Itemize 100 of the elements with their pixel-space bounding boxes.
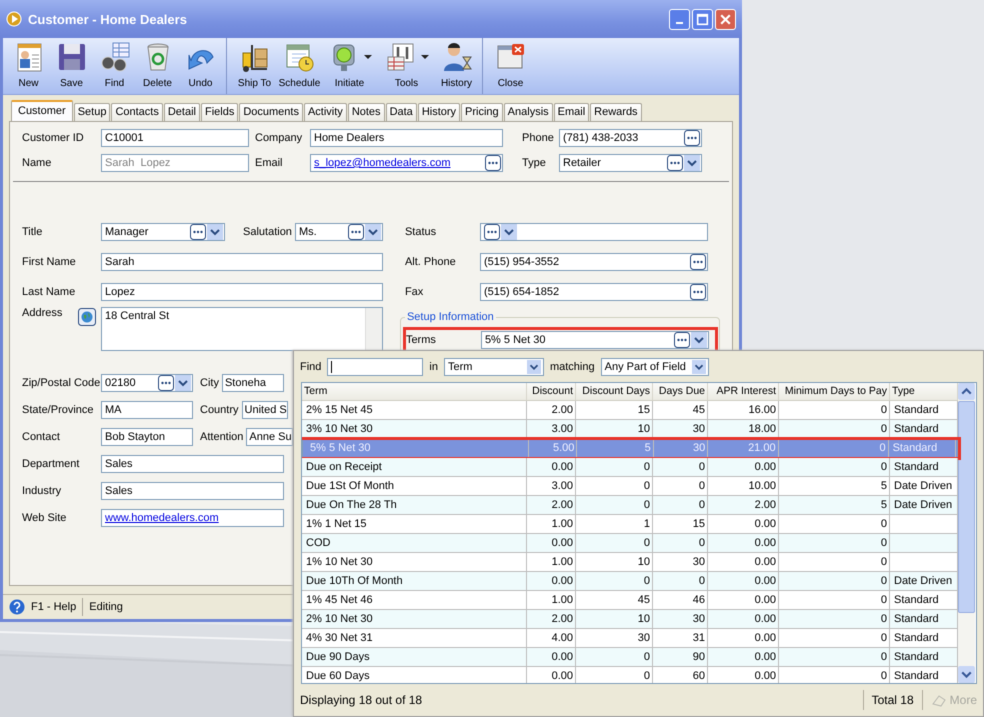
tab[interactable]: Rewards — [590, 103, 642, 121]
input-field[interactable]: 02180 — [101, 374, 193, 392]
table-cell: 0.00 — [754, 613, 776, 625]
table-cell: 1% 1 Net 15 — [306, 518, 367, 530]
tab[interactable]: Analysis — [504, 103, 553, 121]
globe-icon[interactable] — [78, 308, 96, 326]
lookup-button[interactable] — [348, 224, 364, 240]
dropdown-button[interactable] — [690, 332, 707, 348]
input-field[interactable]: 5% 5 Net 30 — [480, 331, 709, 349]
column-header[interactable]: Discount Days — [576, 383, 653, 400]
tab[interactable]: Contacts — [111, 103, 163, 121]
table-row[interactable]: COD 0.00 0 0 0.00 0 — [302, 534, 958, 553]
tab[interactable]: Pricing — [461, 103, 503, 121]
column-select[interactable]: Term — [444, 358, 544, 376]
column-header[interactable]: Days Due — [653, 383, 708, 400]
tab[interactable]: Notes — [348, 103, 385, 121]
toolbar-button[interactable]: Ship To — [226, 38, 278, 94]
toolbar-button[interactable]: Close — [482, 38, 534, 94]
toolbar-button[interactable]: Find — [93, 38, 136, 94]
input-field[interactable]: (781) 438-2033 — [559, 129, 702, 147]
table-row[interactable]: 1% 10 Net 30 1.00 10 30 0.00 0 — [302, 553, 958, 572]
maximize-button[interactable] — [692, 8, 713, 30]
tab[interactable]: Activity — [304, 103, 347, 121]
search-field[interactable] — [327, 358, 424, 376]
tab[interactable]: Detail — [164, 103, 200, 121]
table-cell: 0 — [880, 670, 887, 682]
input-field[interactable]: Bob Stayton — [101, 428, 193, 446]
input-field[interactable]: United S — [242, 400, 288, 418]
input-field[interactable]: Ms. — [294, 223, 383, 241]
field-label: Last Name — [22, 286, 76, 298]
table-row[interactable]: Due 90 Days 0.00 0 90 0.00 0 Standard — [302, 648, 958, 667]
lookup-button[interactable] — [667, 155, 683, 171]
table-row[interactable]: 2% 10 Net 30 2.00 10 30 0.00 0 Standard — [302, 610, 958, 629]
scroll-down-icon[interactable] — [958, 666, 975, 683]
input-field[interactable]: 18 Central St — [101, 307, 383, 351]
input-field[interactable]: MA — [101, 400, 193, 418]
dropdown-button[interactable] — [175, 374, 191, 390]
lookup-button[interactable] — [485, 155, 501, 171]
toolbar-button[interactable]: Initiate — [321, 38, 378, 94]
table-row[interactable]: 1% 45 Net 46 1.00 45 46 0.00 0 Standard — [302, 591, 958, 610]
table-row[interactable]: Due 10Th Of Month 0.00 0 0 0.00 0 Date Driven — [302, 572, 958, 591]
input-field[interactable]: s_lopez@homedealers.com — [310, 154, 503, 172]
toolbar-button[interactable]: Schedule — [278, 38, 321, 94]
column-header[interactable]: Discount — [527, 383, 576, 400]
table-row[interactable]: 1% 1 Net 15 1.00 1 15 0.00 0 — [302, 515, 958, 534]
dropdown-button[interactable] — [364, 224, 381, 240]
table-cell: COD — [306, 537, 330, 549]
scroll-up-icon[interactable] — [958, 383, 975, 400]
input-field[interactable]: C10001 — [101, 129, 249, 147]
tab[interactable]: Email — [554, 103, 590, 121]
input-field[interactable]: (515) 654-1852 — [480, 283, 708, 301]
input-field[interactable]: Home Dealers — [310, 129, 503, 147]
tab[interactable]: History — [418, 103, 460, 121]
table-row[interactable]: Due 1St Of Month 3.00 0 0 10.00 5 Date Driven — [302, 477, 958, 496]
table-row[interactable]: 4% 30 Net 31 4.00 30 31 0.00 0 Standard — [302, 629, 958, 648]
tab[interactable]: Setup — [74, 103, 110, 121]
toolbar-button[interactable]: Tools — [378, 38, 435, 94]
tab[interactable]: Documents — [239, 103, 303, 121]
input-field[interactable]: Anne Su — [246, 428, 293, 446]
match-select[interactable]: Any Part of Field — [600, 358, 709, 376]
input-field[interactable]: Sales — [101, 454, 284, 472]
dropdown-button[interactable] — [500, 224, 517, 240]
input-field[interactable]: Sarah Lopez — [101, 154, 249, 172]
scrollbar[interactable] — [958, 383, 975, 683]
input-field[interactable]: Manager — [101, 223, 225, 241]
scrollbar[interactable] — [364, 308, 382, 350]
toolbar-button[interactable]: Delete — [136, 38, 179, 94]
input-field[interactable]: Lopez — [101, 283, 383, 301]
toolbar-button[interactable]: History — [435, 38, 478, 94]
tab[interactable]: Fields — [200, 103, 238, 121]
input-field[interactable]: Sarah — [101, 253, 383, 271]
input-field[interactable]: Retailer — [559, 154, 702, 172]
toolbar-button[interactable]: New — [7, 38, 50, 94]
dropdown-button[interactable] — [684, 155, 700, 171]
table-row[interactable]: Due On The 28 Th 2.00 0 0 2.00 5 Date Driven — [302, 496, 958, 515]
toolbar-button[interactable]: Undo — [179, 38, 222, 94]
input-field[interactable] — [480, 223, 708, 241]
toolbar-button[interactable]: Save — [50, 38, 93, 94]
input-field[interactable]: (515) 954-3552 — [480, 253, 708, 271]
dropdown-button[interactable] — [207, 224, 223, 240]
column-header[interactable]: Minimum Days to Pay — [779, 383, 890, 400]
column-header[interactable]: APR Interest — [708, 383, 779, 400]
lookup-button[interactable] — [158, 374, 174, 390]
column-header[interactable]: Term — [302, 383, 527, 400]
close-button[interactable] — [715, 8, 736, 30]
lookup-button[interactable] — [684, 130, 700, 146]
table-row[interactable]: Due on Receipt 0.00 0 0 0.00 0 Standard — [302, 458, 958, 477]
lookup-button[interactable] — [690, 254, 706, 270]
input-field[interactable]: www.homedealers.com — [101, 508, 284, 526]
lookup-button[interactable] — [674, 332, 690, 348]
table-row[interactable]: 2% 15 Net 45 2.00 15 45 16.00 0 Standard — [302, 401, 958, 420]
lookup-button[interactable] — [484, 224, 500, 240]
tab[interactable]: Data — [386, 103, 417, 121]
input-field[interactable]: Stoneha — [222, 374, 284, 392]
input-field[interactable]: Sales — [101, 482, 284, 500]
lookup-button[interactable] — [190, 224, 206, 240]
minimize-button[interactable] — [669, 8, 690, 30]
lookup-button[interactable] — [690, 284, 706, 300]
ellipsis-icon — [690, 254, 706, 270]
tab[interactable]: Customer — [11, 100, 73, 121]
